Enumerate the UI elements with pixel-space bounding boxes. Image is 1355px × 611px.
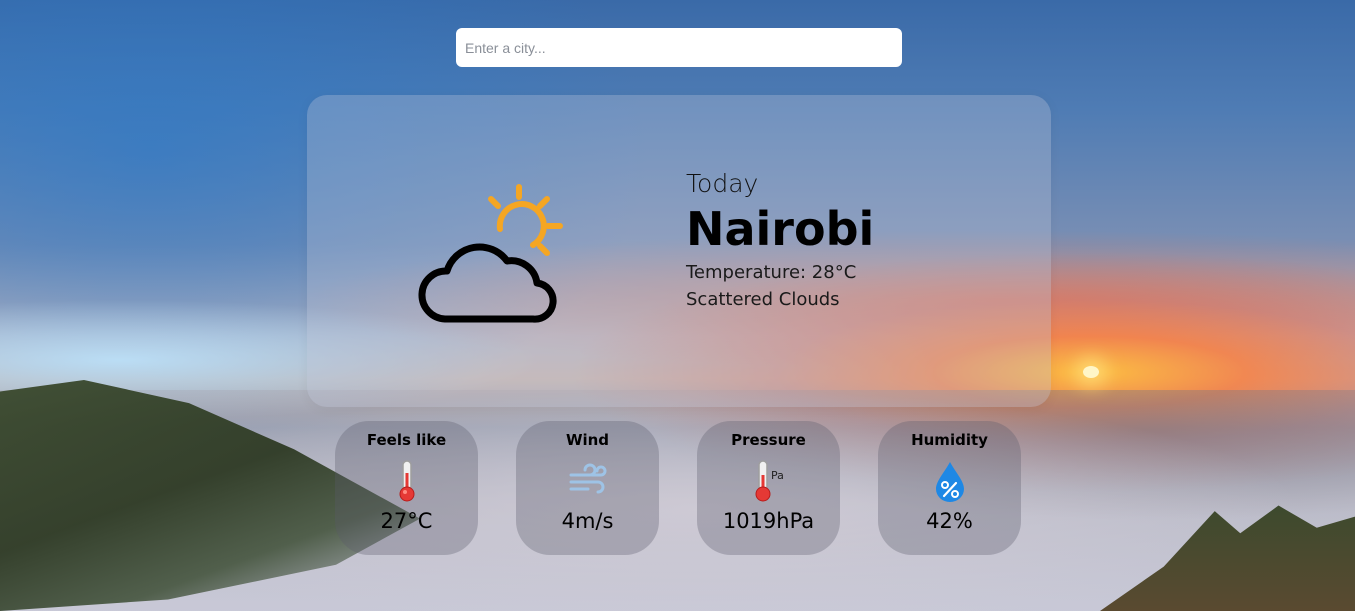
humidity-icon <box>935 462 964 502</box>
partly-cloudy-icon <box>418 184 563 323</box>
stat-title: Humidity <box>911 431 988 449</box>
current-weather-card: Today Nairobi Temperature: 28°C Scattere… <box>307 95 1051 407</box>
temperature-text: Temperature: 28°C <box>686 262 857 283</box>
stat-title: Wind <box>565 431 610 449</box>
thermometer-icon <box>399 460 414 502</box>
background-sun <box>1083 366 1099 378</box>
pressure-card: Pressure Pa 1019hPa <box>697 421 840 555</box>
humidity-card: Humidity 42% <box>878 421 1021 555</box>
humidity-value: 42% <box>926 509 973 533</box>
feels-like-value: 27°C <box>380 509 433 533</box>
feels-like-card: Feels like 27°C <box>335 421 478 555</box>
pressure-icon: Pa <box>755 460 784 502</box>
current-weather-info: Today Nairobi Temperature: 28°C Scattere… <box>686 169 874 310</box>
pressure-value: 1019hPa <box>722 509 815 533</box>
wind-card: Wind 4m/s <box>516 421 659 555</box>
city-name: Nairobi <box>686 202 875 256</box>
stat-title: Feels like <box>366 431 447 449</box>
wind-value: 4m/s <box>561 509 614 533</box>
city-search-input[interactable] <box>456 28 902 67</box>
pressure-icon-unit: Pa <box>771 469 784 482</box>
weather-description: Scattered Clouds <box>686 289 840 310</box>
stat-title: Pressure <box>731 431 806 449</box>
wind-icon <box>569 463 606 494</box>
day-label: Today <box>686 169 759 198</box>
